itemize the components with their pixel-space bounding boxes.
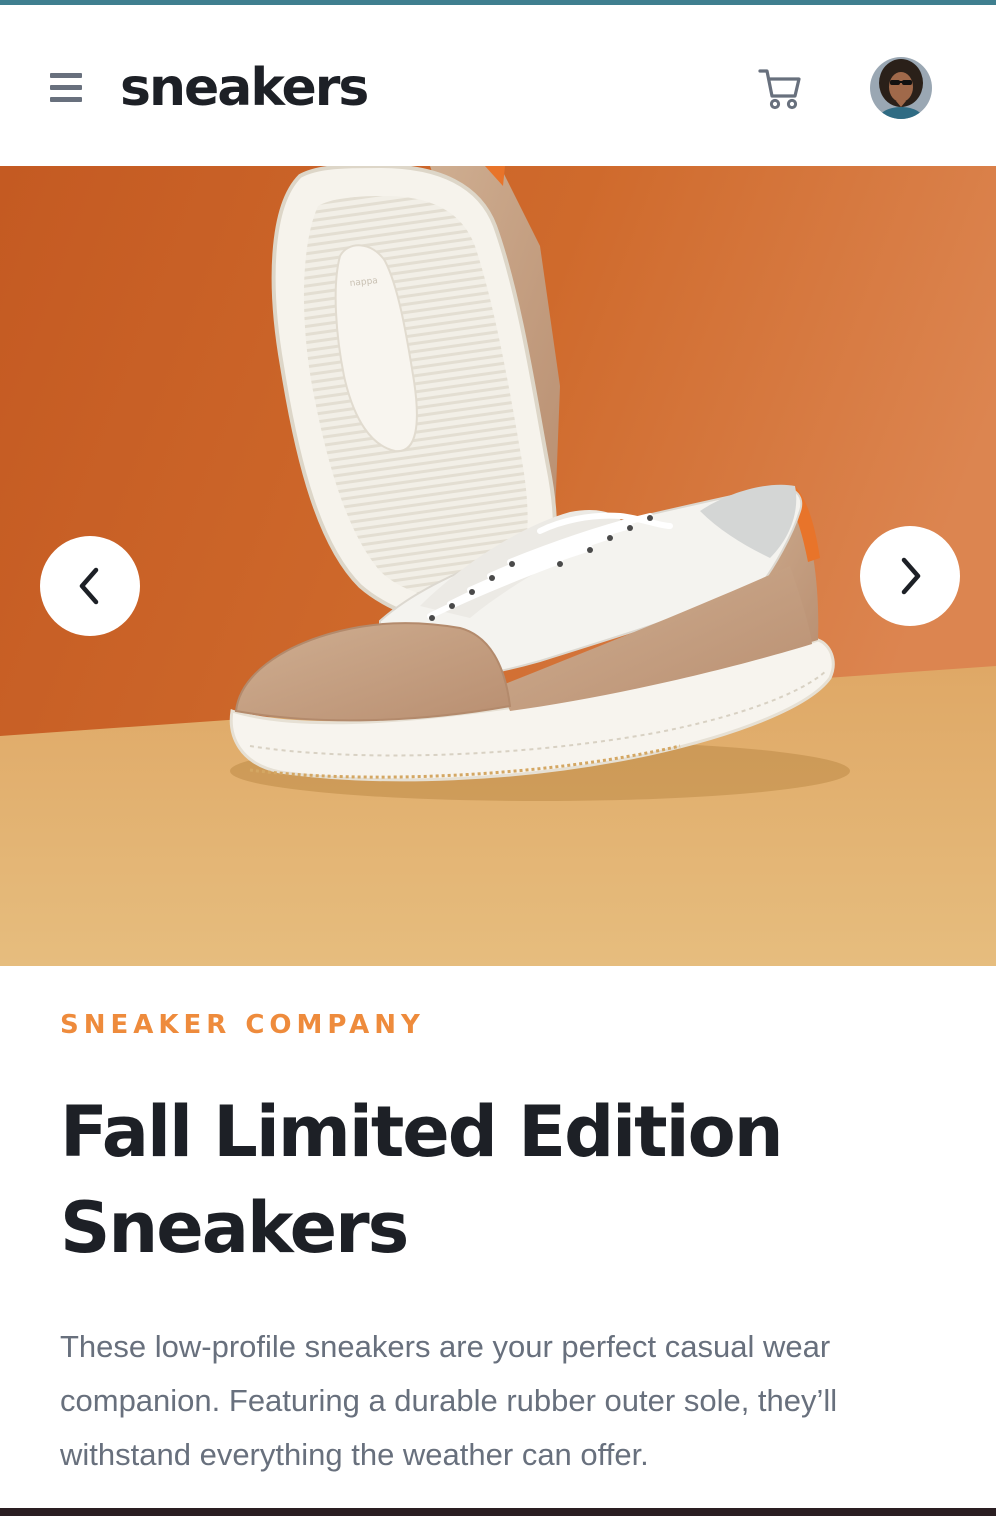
product-description: These low-profile sneakers are your perf… [60,1329,838,1472]
chevron-left-icon [79,567,99,605]
chevron-right-icon [901,557,921,595]
company-label: SNEAKER COMPANY [60,1010,425,1040]
previous-image-button[interactable] [40,536,140,636]
bottom-edge [0,1508,996,1516]
hamburger-menu-icon [50,73,82,78]
product-gallery: nappa [0,166,996,966]
site-logo[interactable]: sneakers [120,52,369,124]
hamburger-menu-icon [50,85,82,90]
user-avatar[interactable] [870,57,932,119]
next-image-button[interactable] [860,526,960,626]
site-header: sneakers [0,5,996,166]
avatar-image [870,57,932,119]
product-page: sneakers nappa SNEAKER COMPANY Fall Limi… [0,0,996,1516]
hamburger-menu-icon [50,97,82,102]
menu-button[interactable] [48,73,84,107]
cart-button[interactable] [756,65,804,113]
product-title: Fall Limited Edition Sneakers [60,1091,784,1269]
cart-icon [758,69,801,110]
product-image: nappa [0,166,996,966]
